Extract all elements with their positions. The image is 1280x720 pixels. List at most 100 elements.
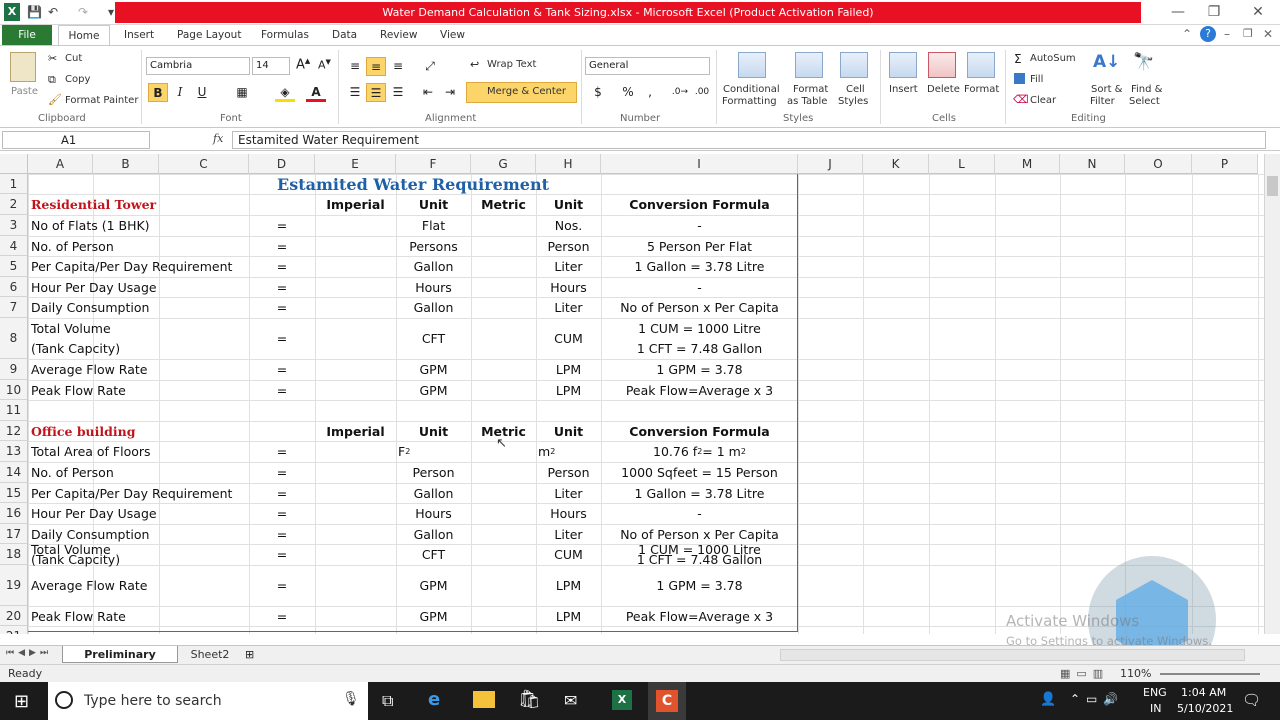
tab-formulas[interactable]: Formulas [253, 25, 317, 45]
comma-button[interactable]: , [640, 83, 660, 102]
column-label-unit2[interactable]: Unit [536, 194, 601, 215]
column-label-formula[interactable]: Conversion Formula [601, 421, 798, 441]
active-app-tile[interactable]: C [648, 682, 686, 720]
unit-imperial[interactable]: Gallon [396, 297, 471, 318]
conversion-formula[interactable]: - [601, 215, 798, 236]
row-label[interactable]: Total Area of Floors [28, 441, 248, 462]
sort-filter-icon[interactable]: A↓ [1093, 52, 1120, 72]
row-label[interactable]: Daily Consumption [28, 297, 248, 318]
bold-button[interactable]: B [148, 83, 168, 102]
section-heading[interactable]: Residential Tower [28, 194, 248, 215]
paste-button[interactable]: Paste [11, 86, 38, 97]
conversion-formula[interactable]: - [601, 503, 798, 524]
format-cells-button[interactable]: Format [964, 84, 999, 95]
unit-metric[interactable]: Hours [536, 277, 601, 297]
row-header-14[interactable]: 14 [0, 462, 28, 483]
cell-styles-icon[interactable] [840, 52, 868, 78]
format-as-table-button[interactable]: Format [793, 84, 828, 95]
row-header-5[interactable]: 5 [0, 256, 28, 277]
find-select-icon[interactable]: 🔭 [1133, 52, 1154, 72]
decrease-indent-icon[interactable]: ⇤ [418, 83, 438, 102]
currency-button[interactable]: $ [588, 83, 608, 102]
undo-icon[interactable]: ↶ [48, 3, 66, 21]
column-header-m[interactable]: M [995, 154, 1060, 174]
column-header-d[interactable]: D [249, 154, 315, 174]
grow-font-icon[interactable]: A▲ [296, 57, 310, 72]
row-header-9[interactable]: 9 [0, 359, 28, 380]
minimize-button[interactable]: — [1160, 2, 1196, 22]
column-header-i[interactable]: I [601, 154, 798, 174]
unit-metric[interactable]: LPM [536, 606, 601, 626]
font-size-box[interactable]: 14 [252, 57, 290, 75]
row-label[interactable]: Hour Per Day Usage [28, 503, 248, 524]
people-icon[interactable]: 👤 [1040, 692, 1056, 707]
new-sheet-icon[interactable]: ⊞ [245, 648, 254, 661]
edge-icon[interactable]: e [428, 689, 440, 710]
conversion-formula[interactable]: 1 Gallon = 3.78 Litre [601, 256, 798, 277]
close-button[interactable]: ✕ [1240, 2, 1276, 22]
cell-styles-button-line2[interactable]: Styles [838, 96, 868, 107]
format-painter-button[interactable]: Format Painter [65, 95, 138, 106]
close-workbook-icon[interactable]: ✕ [1263, 27, 1273, 41]
row-header-21[interactable]: 21 [0, 626, 28, 634]
conditional-formatting-button-line2[interactable]: Formatting [722, 96, 777, 107]
delete-cells-button[interactable]: Delete [927, 84, 960, 95]
row-label[interactable]: Average Flow Rate [28, 565, 248, 606]
unit-imperial[interactable]: Gallon [396, 524, 471, 544]
select-all-corner[interactable] [0, 154, 28, 174]
conversion-formula[interactable]: 10.76 f2 = 1 m2 [601, 441, 798, 462]
task-view-icon[interactable]: ⧉ [382, 691, 393, 711]
equals-sign[interactable]: = [249, 503, 315, 524]
row-label[interactable]: Per Capita/Per Day Requirement [28, 483, 248, 503]
row-label[interactable]: Per Capita/Per Day Requirement [28, 256, 248, 277]
row-header-19[interactable]: 19 [0, 565, 28, 606]
section-heading[interactable]: Office building [28, 421, 248, 441]
equals-sign[interactable]: = [249, 256, 315, 277]
conversion-formula[interactable]: Peak Flow=Average x 3 [601, 380, 798, 400]
insert-function-icon[interactable]: fx [213, 132, 223, 145]
unit-imperial[interactable]: CFT [396, 544, 471, 565]
unit-imperial[interactable]: Person [396, 462, 471, 483]
align-left-icon[interactable]: ☰ [345, 83, 365, 102]
equals-sign[interactable]: = [249, 606, 315, 626]
row-header-8[interactable]: 8 [0, 318, 28, 359]
unit-metric[interactable]: LPM [536, 565, 601, 606]
row-header-3[interactable]: 3 [0, 215, 28, 236]
conversion-formula[interactable]: No of Person x Per Capita [601, 297, 798, 318]
equals-sign[interactable]: = [249, 359, 315, 380]
conditional-formatting-icon[interactable] [738, 52, 766, 78]
row-header-4[interactable]: 4 [0, 236, 28, 256]
view-buttons-icon[interactable]: ▦▭▥ [1060, 667, 1109, 680]
unit-metric[interactable]: LPM [536, 380, 601, 400]
orientation-icon[interactable]: ⤢ [420, 57, 440, 76]
conversion-formula[interactable]: 1 GPM = 3.78 [601, 565, 798, 606]
language-region[interactable]: IN [1150, 702, 1161, 715]
column-header-f[interactable]: F [396, 154, 471, 174]
microphone-icon[interactable]: 🎙 [342, 691, 360, 707]
column-header-p[interactable]: P [1192, 154, 1258, 174]
column-label-imperial[interactable]: Imperial [315, 421, 396, 441]
row-header-6[interactable]: 6 [0, 277, 28, 297]
windows-start-icon[interactable]: ⊞ [14, 691, 29, 712]
tab-view[interactable]: View [432, 25, 473, 45]
borders-icon[interactable]: ▦ [232, 83, 252, 102]
increase-decimal-icon[interactable]: .0→ [670, 83, 690, 102]
row-label-line2[interactable]: (Tank Capcity) [28, 552, 248, 567]
unit-metric[interactable]: Liter [536, 297, 601, 318]
row-header-18[interactable]: 18 [0, 544, 28, 565]
fill-color-icon[interactable]: ◈ [275, 83, 295, 102]
conversion-formula[interactable]: 1 CUM = 1000 Litre [601, 318, 798, 339]
autosum-button[interactable]: AutoSum [1030, 53, 1076, 64]
unit-metric[interactable]: LPM [536, 359, 601, 380]
decrease-decimal-icon[interactable]: .00 [692, 83, 712, 102]
save-icon[interactable]: 💾 [27, 3, 43, 21]
unit-imperial[interactable]: Flat [396, 215, 471, 236]
insert-cells-button[interactable]: Insert [889, 84, 918, 95]
unit-metric[interactable]: m2 [536, 441, 601, 462]
unit-imperial[interactable]: Hours [396, 277, 471, 297]
horizontal-scrollbar[interactable] [780, 649, 1245, 661]
unit-imperial[interactable]: F2 [396, 441, 471, 462]
unit-metric[interactable]: Hours [536, 503, 601, 524]
spreadsheet-grid[interactable]: ABCDEFGHIJKLMNOP 1 2 3 4 5 6 7 8 9 10 11 12 13 14 15 16… [0, 154, 1264, 634]
conversion-formula[interactable]: 1 Gallon = 3.78 Litre [601, 483, 798, 503]
